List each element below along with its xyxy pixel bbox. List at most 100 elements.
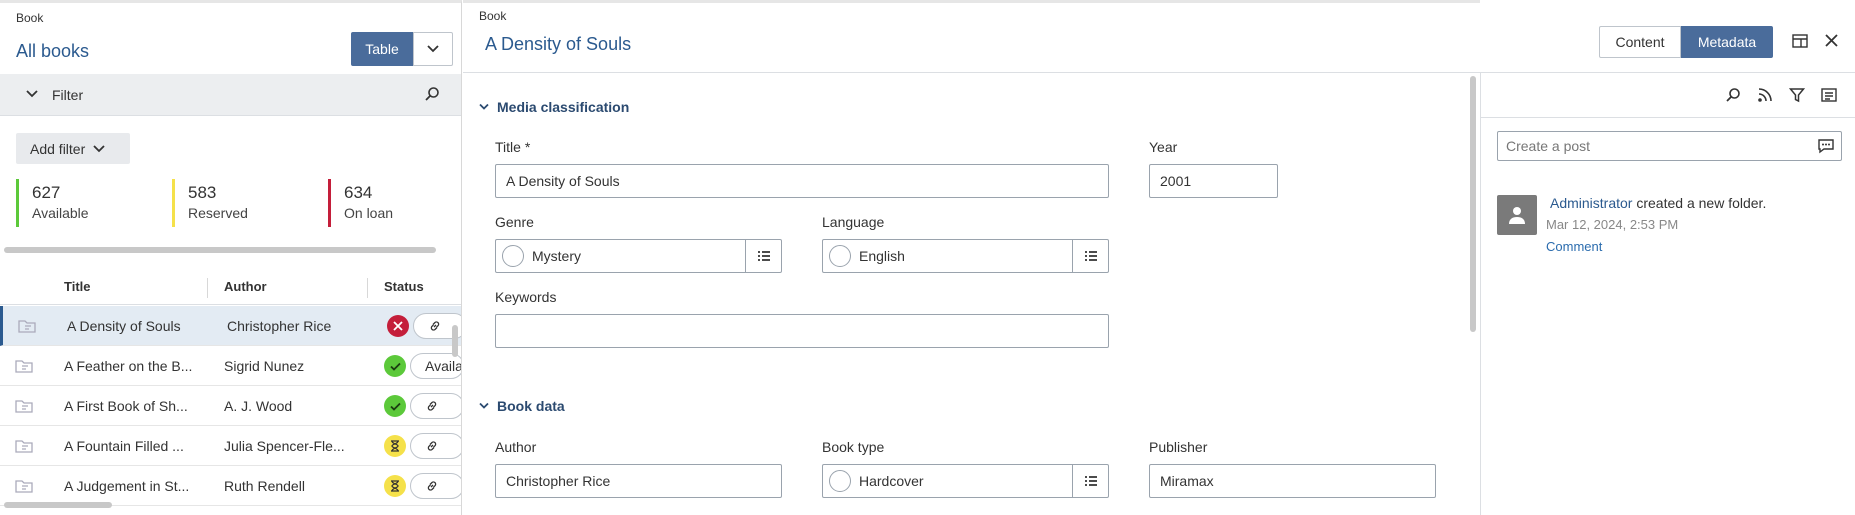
cell-title: A Feather on the B... bbox=[64, 358, 193, 374]
table-header: Title Author Status bbox=[0, 269, 461, 305]
create-post-input[interactable]: Create a post bbox=[1497, 131, 1842, 161]
book-type-label: Book type bbox=[822, 439, 885, 455]
hourglass-icon bbox=[391, 480, 399, 492]
status-badge bbox=[384, 355, 406, 377]
table-row[interactable]: A Fountain Filled ... Julia Spencer-Fle..… bbox=[0, 426, 461, 466]
table-row[interactable]: A First Book of Sh... A. J. Wood bbox=[0, 386, 461, 426]
publisher-field[interactable]: Miramax bbox=[1149, 464, 1436, 498]
table-row[interactable]: A Judgement in St... Ruth Rendell bbox=[0, 466, 461, 506]
publisher-label: Publisher bbox=[1149, 439, 1208, 455]
filter-bar[interactable]: Filter bbox=[0, 74, 461, 116]
stat-count: 583 bbox=[188, 183, 217, 202]
close-icon[interactable] bbox=[1824, 33, 1839, 48]
hourglass-icon bbox=[391, 440, 399, 452]
table-row[interactable]: A Feather on the B... Sigrid Nunez Availa bbox=[0, 346, 462, 386]
stat-label: Reserved bbox=[188, 205, 248, 221]
add-filter-button[interactable]: Add filter bbox=[16, 133, 130, 164]
column-divider[interactable] bbox=[207, 278, 208, 298]
layout-icon[interactable] bbox=[1792, 33, 1808, 49]
chevron-down-icon bbox=[479, 402, 489, 409]
link-icon bbox=[427, 481, 437, 491]
status-badge bbox=[387, 315, 409, 337]
avatar[interactable] bbox=[1497, 195, 1537, 235]
author-field[interactable]: Christopher Rice bbox=[495, 464, 782, 498]
table-vertical-scrollbar[interactable] bbox=[452, 325, 458, 357]
link-icon bbox=[427, 441, 437, 451]
folder-icon bbox=[15, 360, 33, 373]
activity-user-link[interactable]: Administrator bbox=[1550, 195, 1632, 211]
view-mode-button[interactable]: Table bbox=[351, 32, 413, 66]
stat-label: Available bbox=[32, 205, 89, 221]
cell-author: Christopher Rice bbox=[227, 318, 332, 334]
search-icon[interactable] bbox=[1725, 87, 1741, 103]
stat-label: On loan bbox=[344, 205, 394, 221]
genre-label: Genre bbox=[495, 214, 534, 230]
cell-title: A Fountain Filled ... bbox=[64, 438, 184, 454]
details-panel-icon[interactable] bbox=[1821, 87, 1837, 103]
cell-title: A First Book of Sh... bbox=[64, 398, 188, 414]
title-field[interactable]: A Density of Souls bbox=[495, 164, 1109, 198]
language-color-indicator bbox=[829, 245, 851, 267]
year-value: 2001 bbox=[1160, 173, 1192, 189]
column-header-author[interactable]: Author bbox=[224, 279, 267, 294]
comment-bubble-icon[interactable] bbox=[1817, 137, 1835, 155]
keywords-field[interactable] bbox=[495, 314, 1109, 348]
user-icon bbox=[1509, 207, 1525, 224]
stat-available[interactable]: 627 Available bbox=[16, 179, 89, 227]
stat-reserved[interactable]: 583 Reserved bbox=[172, 179, 248, 227]
table-horizontal-scrollbar[interactable] bbox=[4, 502, 112, 508]
form-vertical-scrollbar[interactable] bbox=[1470, 76, 1476, 332]
column-divider[interactable] bbox=[367, 278, 368, 298]
language-list-button[interactable] bbox=[1072, 240, 1108, 272]
column-header-title[interactable]: Title bbox=[64, 279, 91, 294]
title-label: Title * bbox=[495, 139, 531, 155]
chevron-down-icon bbox=[479, 103, 489, 110]
stat-on-loan[interactable]: 634 On loan bbox=[328, 179, 393, 227]
create-post-placeholder: Create a post bbox=[1506, 138, 1591, 154]
view-mode-dropdown[interactable] bbox=[413, 32, 453, 66]
check-icon bbox=[389, 402, 401, 411]
genre-field[interactable]: Mystery bbox=[495, 239, 782, 273]
stat-count: 627 bbox=[32, 183, 61, 202]
check-icon bbox=[389, 362, 401, 371]
author-value: Christopher Rice bbox=[506, 473, 611, 489]
activity-text: created a new folder. bbox=[1632, 195, 1767, 211]
book-type-list-button[interactable] bbox=[1072, 465, 1108, 497]
stats-scrollbar[interactable] bbox=[4, 247, 436, 253]
link-icon bbox=[430, 321, 440, 331]
tab-metadata[interactable]: Metadata bbox=[1681, 26, 1773, 58]
link-icon bbox=[427, 401, 437, 411]
language-field[interactable]: English bbox=[822, 239, 1109, 273]
status-badge bbox=[384, 395, 406, 417]
chevron-down-icon[interactable] bbox=[25, 87, 39, 101]
author-label: Author bbox=[495, 439, 537, 455]
cell-title: A Judgement in St... bbox=[64, 478, 190, 494]
book-type-color-indicator bbox=[829, 470, 851, 492]
cell-author: A. J. Wood bbox=[224, 398, 293, 414]
table-row[interactable]: A Density of Souls Christopher Rice bbox=[0, 306, 461, 346]
list-icon bbox=[1084, 251, 1097, 261]
activity-feed-pane: Create a post Administrator created a ne… bbox=[1480, 72, 1855, 515]
column-header-status[interactable]: Status bbox=[384, 279, 424, 294]
row-action-button[interactable] bbox=[410, 433, 461, 459]
row-action-button[interactable] bbox=[410, 473, 461, 499]
section-book-data[interactable]: Book data bbox=[479, 398, 565, 414]
year-field[interactable]: 2001 bbox=[1149, 164, 1278, 198]
tab-content[interactable]: Content bbox=[1599, 26, 1681, 58]
chevron-down-icon bbox=[427, 45, 439, 53]
cell-author: Ruth Rendell bbox=[224, 478, 305, 494]
row-action-button[interactable] bbox=[410, 393, 461, 419]
activity-entry: Administrator created a new folder. bbox=[1550, 195, 1766, 211]
genre-list-button[interactable] bbox=[745, 240, 781, 272]
language-label: Language bbox=[822, 214, 885, 230]
row-action-label: Availa bbox=[425, 358, 462, 374]
rss-feed-icon[interactable] bbox=[1757, 87, 1773, 103]
metadata-form: Media classification Title * A Density o… bbox=[463, 72, 1480, 515]
book-type-field[interactable]: Hardcover bbox=[822, 464, 1109, 498]
section-media-classification[interactable]: Media classification bbox=[479, 99, 629, 115]
section-title: Book data bbox=[497, 398, 565, 414]
search-icon[interactable] bbox=[424, 86, 440, 102]
add-filter-label: Add filter bbox=[30, 140, 86, 157]
filter-icon[interactable] bbox=[1789, 87, 1805, 103]
comment-link[interactable]: Comment bbox=[1546, 239, 1602, 254]
